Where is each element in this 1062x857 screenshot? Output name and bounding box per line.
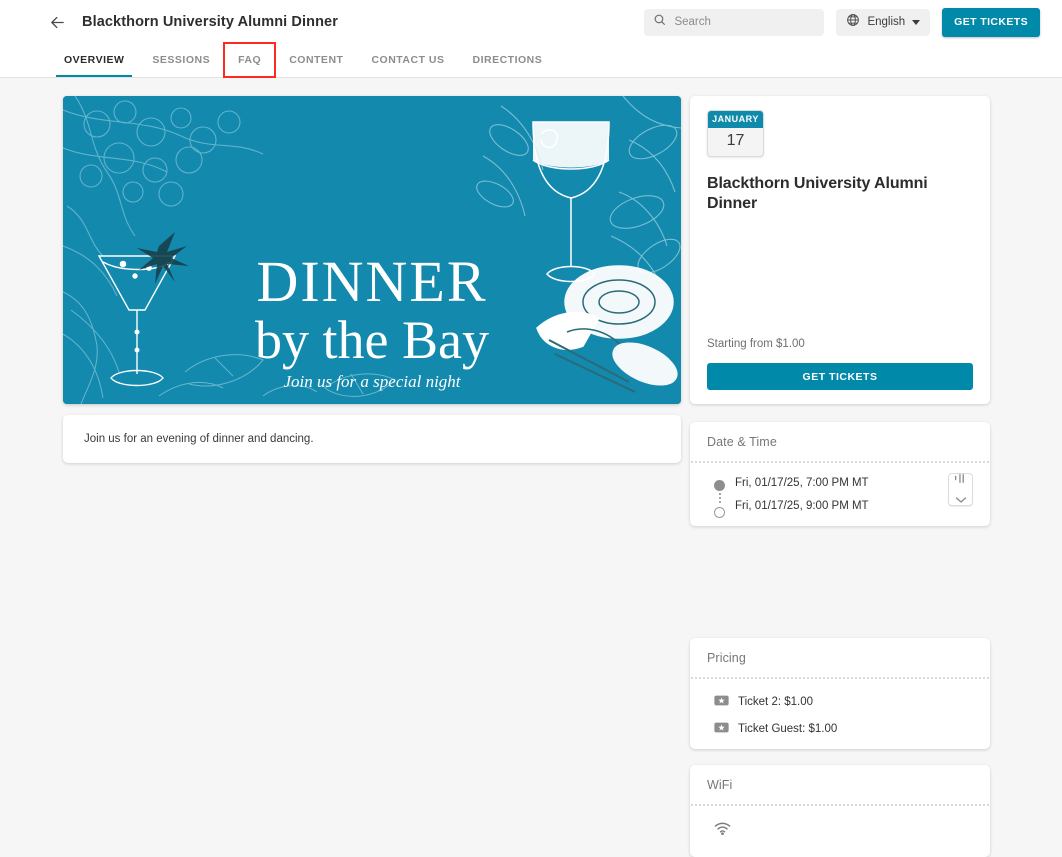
wifi-panel: WiFi xyxy=(690,765,990,857)
arrow-left-icon xyxy=(49,14,66,31)
wifi-body xyxy=(690,806,990,856)
language-selector[interactable]: English xyxy=(836,8,931,36)
search-input[interactable] xyxy=(674,16,816,28)
event-info-title: Blackthorn University Alumni Dinner xyxy=(707,175,928,212)
ticket-icon xyxy=(714,693,729,711)
pricing-body: Ticket 2: $1.00 Ticket Guest: $1.00 xyxy=(690,679,990,752)
date-badge-day: 17 xyxy=(726,132,745,149)
end-marker-icon xyxy=(714,507,725,518)
add-to-calendar-icon xyxy=(954,471,967,489)
pricing-item-label: Ticket Guest: $1.00 xyxy=(738,723,838,735)
date-time-heading: Date & Time xyxy=(707,434,777,449)
event-banner-image: DINNER by the Bay Join us for a special … xyxy=(63,96,681,404)
svg-text:by the Bay: by the Bay xyxy=(255,310,489,370)
get-tickets-top-button[interactable]: GET TICKETS xyxy=(942,7,1040,37)
top-bar: Blackthorn University Alumni Dinner E xyxy=(0,0,1062,44)
tab-sessions[interactable]: SESSIONS xyxy=(138,43,224,77)
pricing-item: Ticket Guest: $1.00 xyxy=(707,720,973,738)
caret-down-icon xyxy=(912,19,921,25)
page-title: Blackthorn University Alumni Dinner xyxy=(82,14,338,30)
globe-icon xyxy=(846,13,860,32)
event-end-datetime: Fri, 01/17/25, 9:00 PM MT xyxy=(735,500,869,512)
start-marker-icon xyxy=(714,480,725,491)
svg-text:Join us for a special night: Join us for a special night xyxy=(283,372,461,391)
pricing-heading: Pricing xyxy=(707,650,746,665)
event-start-datetime: Fri, 01/17/25, 7:00 PM MT xyxy=(735,477,869,489)
pricing-item-label: Ticket 2: $1.00 xyxy=(738,696,814,708)
pricing-item: Ticket 2: $1.00 xyxy=(707,693,973,711)
event-info-card: JANUARY 17 Blackthorn University Alumni … xyxy=(690,96,990,404)
ticket-icon xyxy=(714,720,729,738)
tab-content[interactable]: CONTENT xyxy=(275,43,357,77)
starting-from-price: Starting from $1.00 xyxy=(707,338,805,350)
language-label: English xyxy=(867,16,906,28)
tab-contact-us[interactable]: CONTACT US xyxy=(357,43,458,77)
chevron-down-icon xyxy=(955,491,967,509)
tab-faq[interactable]: FAQ xyxy=(223,42,277,78)
timeline-markers xyxy=(714,477,725,518)
timeline-connector-icon xyxy=(718,493,721,505)
date-time-body: Fri, 01/17/25, 7:00 PM MT Fri, 01/17/25,… xyxy=(690,463,990,532)
tab-bar: OVERVIEW SESSIONS FAQ CONTENT CONTACT US… xyxy=(0,42,1062,78)
wifi-heading: WiFi xyxy=(707,777,733,792)
search-icon xyxy=(653,13,666,31)
pricing-panel: Pricing Ticket 2: $1.00 Ticket Guest: $1… xyxy=(690,638,990,749)
top-bar-actions: English GET TICKETS xyxy=(644,7,1040,37)
tab-overview[interactable]: OVERVIEW xyxy=(50,43,138,77)
search-box[interactable] xyxy=(644,8,825,36)
page-content: DINNER by the Bay Join us for a special … xyxy=(0,78,1062,857)
back-button[interactable] xyxy=(44,9,70,35)
svg-text:DINNER: DINNER xyxy=(256,249,487,314)
date-badge: JANUARY 17 xyxy=(707,110,764,157)
get-tickets-main-button[interactable]: GET TICKETS xyxy=(707,363,973,390)
event-description-text: Join us for an evening of dinner and dan… xyxy=(84,433,314,445)
add-to-calendar-button[interactable] xyxy=(948,473,973,506)
event-description-card: Join us for an evening of dinner and dan… xyxy=(63,415,681,463)
date-time-panel: Date & Time Fri, 01/17/25, 7:00 PM MT Fr… xyxy=(690,422,990,526)
date-badge-month: JANUARY xyxy=(708,111,763,128)
tab-directions[interactable]: DIRECTIONS xyxy=(459,43,557,77)
